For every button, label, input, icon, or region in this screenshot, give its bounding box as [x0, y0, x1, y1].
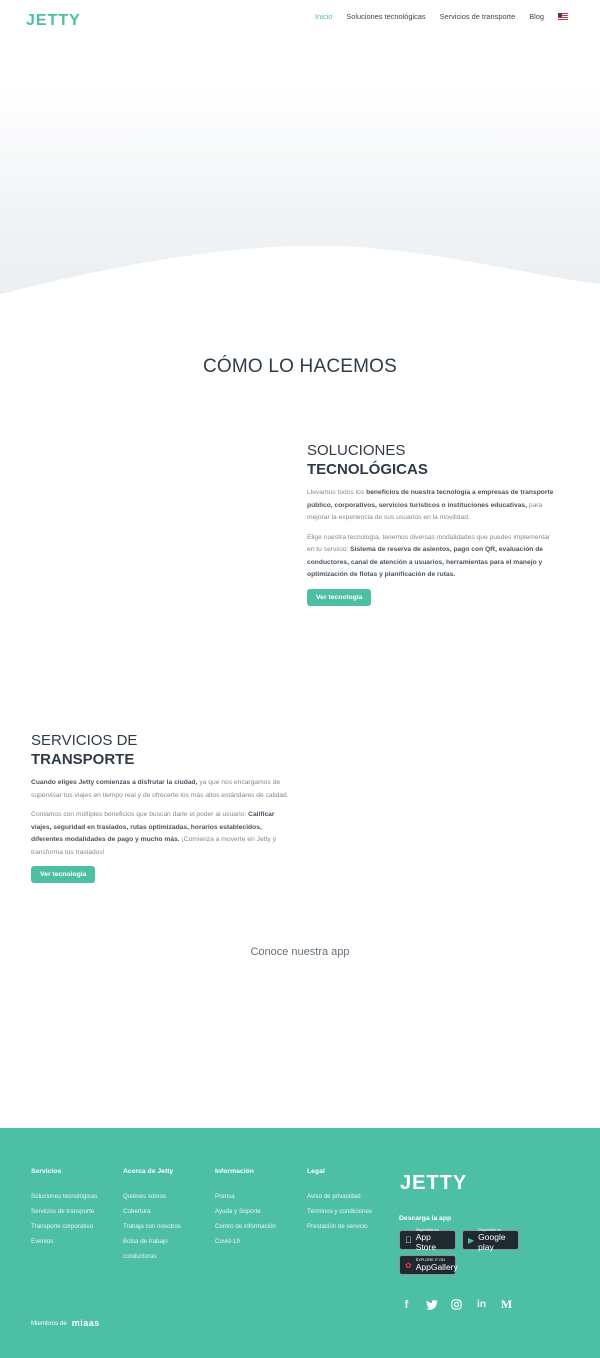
header: JETTY Inicio Soluciones tecnológicas Ser… [0, 0, 600, 36]
footer-link[interactable]: Prensa [215, 1189, 276, 1204]
instagram-icon[interactable] [450, 1298, 463, 1311]
main-nav: Inicio Soluciones tecnológicas Servicios… [315, 12, 568, 21]
footer-col-title: Servicios [31, 1168, 62, 1175]
transport-ver-tecnologia-button[interactable]: Ver tecnología [31, 866, 96, 883]
facebook-icon[interactable]: f [400, 1298, 413, 1311]
footer-link[interactable]: Cobertura [123, 1204, 181, 1219]
nav-soluciones[interactable]: Soluciones tecnológicas [346, 12, 425, 21]
solutions-paragraph-1: Llevamos todos los beneficios de nuestra… [307, 489, 554, 521]
logo-text: JETTY [26, 12, 81, 29]
footer-link[interactable]: Términos y condiciones [307, 1204, 372, 1219]
transport-block: SERVICIOS DE TRANSPORTE Cuando eliges Je… [31, 732, 295, 883]
solutions-title-bold: TECNOLÓGICAS [307, 461, 428, 478]
solutions-paragraph-2: Elige nuestra tecnología, tenemos divers… [307, 533, 551, 579]
app-store-badge[interactable]:  Disponible enApp Store [399, 1228, 456, 1252]
miaas-logo[interactable]: miaas [72, 1318, 100, 1328]
footer-col-title: Información [215, 1168, 254, 1175]
footer-col-legal: Legal Aviso de privacidad Términos y con… [307, 1168, 372, 1234]
nav-inicio[interactable]: Inicio [315, 12, 332, 21]
hero-banner [0, 84, 600, 314]
download-app-label: Descarga la app [399, 1215, 452, 1222]
footer-link[interactable]: Eventos [31, 1234, 97, 1249]
solutions-title-light: SOLUCIONES [307, 442, 406, 459]
linkedin-icon[interactable]: in [475, 1298, 488, 1311]
footer-link[interactable]: Soluciones tecnológicas [31, 1189, 97, 1204]
footer-link[interactable]: Trabaja con nosotros [123, 1219, 181, 1234]
google-play-badge[interactable]: ▶ Disponible en Google play [462, 1228, 519, 1252]
huawei-icon: ✿ [405, 1260, 412, 1270]
solutions-ver-tecnologia-button[interactable]: Ver tecnología [307, 588, 372, 606]
apple-icon:  [405, 1235, 412, 1245]
footer-link[interactable]: Aviso de privacidad [307, 1189, 372, 1204]
nav-blog[interactable]: Blog [529, 12, 544, 21]
footer-link[interactable]: Covid-19 [215, 1234, 276, 1249]
footer-col-servicios: Servicios Soluciones tecnológicas Servic… [31, 1168, 97, 1249]
footer-link[interactable]: Bolsa de trabajo [123, 1234, 181, 1249]
hero-wave [0, 245, 600, 314]
google-play-icon: ▶ [468, 1235, 475, 1245]
twitter-icon[interactable] [425, 1298, 438, 1311]
footer-col-acerca: Acerca de Jetty Quiénes somos Cobertura … [123, 1168, 181, 1264]
footer-logo-text: JETTY [400, 1172, 468, 1194]
app-gallery-badge[interactable]: ✿ EXPLORE IT ON AppGallery [399, 1255, 458, 1275]
footer-link[interactable]: Ayuda y Soporte [215, 1204, 276, 1219]
members-of: Miembros de miaas [31, 1318, 100, 1328]
footer-col-title: Legal [307, 1168, 325, 1175]
footer: Servicios Soluciones tecnológicas Servic… [0, 1128, 600, 1358]
footer-link[interactable]: Centro de información [215, 1219, 276, 1234]
footer-col-informacion: Información Prensa Ayuda y Soporte Centr… [215, 1168, 276, 1249]
social-links: f in M [400, 1297, 513, 1311]
transport-paragraph-2: Contamos con múltiples beneficios que bu… [31, 811, 276, 856]
us-flag-icon[interactable] [558, 13, 568, 20]
footer-link[interactable]: Transporte corporativo [31, 1219, 97, 1234]
nav-servicios[interactable]: Servicios de transporte [440, 12, 516, 21]
app-section-title: Conoce nuestra app [250, 946, 350, 958]
members-label: Miembros de [31, 1319, 67, 1327]
footer-link[interactable]: Servicios de transporte [31, 1204, 97, 1219]
footer-link[interactable]: Quiénes somos [123, 1189, 181, 1204]
transport-title-bold: TRANSPORTE [31, 751, 135, 768]
medium-icon[interactable]: M [500, 1297, 513, 1311]
footer-jetty-logo[interactable]: JETTY [400, 1172, 467, 1195]
transport-title-light: SERVICIOS DE [31, 732, 138, 749]
footer-link[interactable]: Prestación de servicio [307, 1219, 372, 1234]
section-title: CÓMO LO HACEMOS [202, 356, 398, 377]
jetty-logo[interactable]: JETTY [26, 6, 80, 29]
solutions-block: SOLUCIONES TECNOLÓGICAS Llevamos todos l… [307, 442, 557, 606]
footer-link[interactable]: conductoras [123, 1249, 181, 1264]
transport-paragraph-1: Cuando eliges Jetty comienzas a disfruta… [31, 779, 289, 799]
footer-col-title: Acerca de Jetty [123, 1168, 174, 1175]
